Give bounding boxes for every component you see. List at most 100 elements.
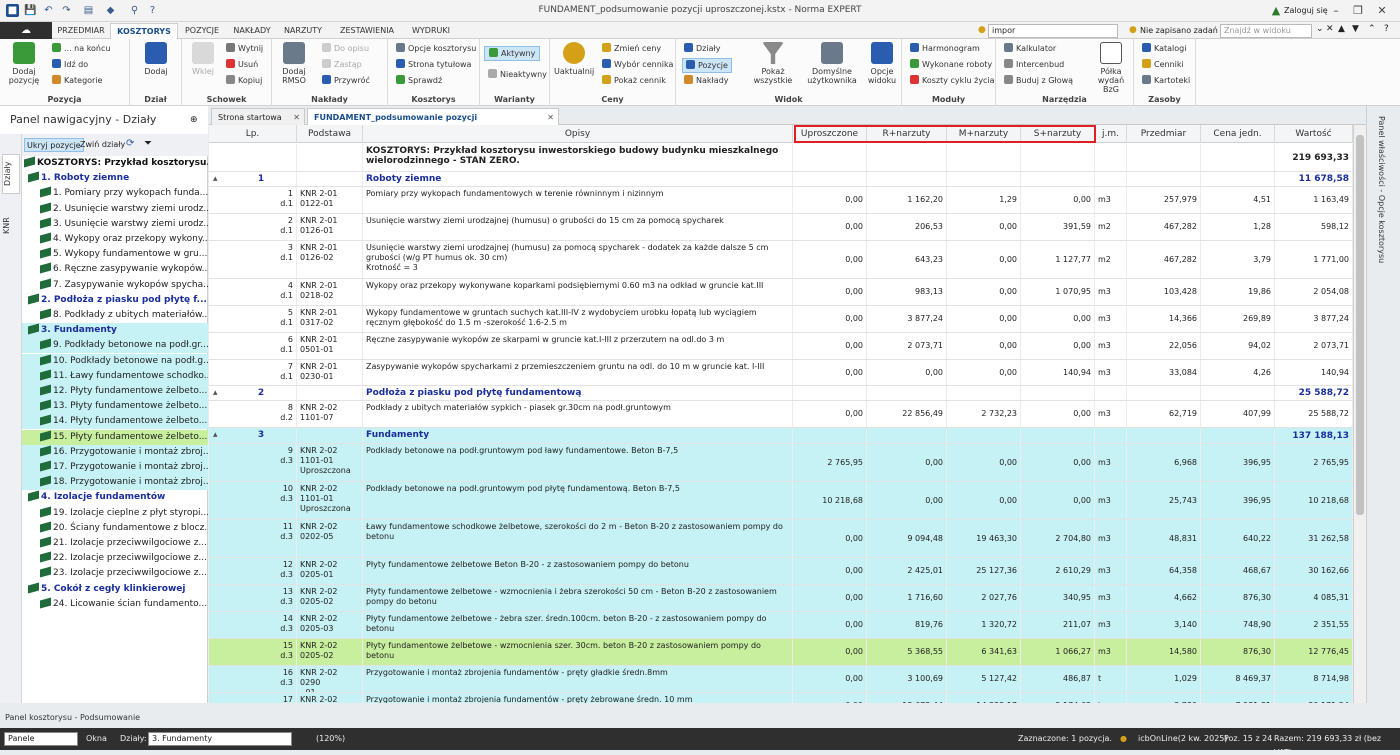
section-row[interactable]: 1 Roboty ziemne 11 678,58 ▴	[209, 172, 1353, 187]
tree-item[interactable]: 11. Ławy fundamentowe schodko...	[22, 368, 208, 384]
copy-button[interactable]: Kopiuj	[226, 74, 262, 88]
cell-jm[interactable]: m3	[1095, 333, 1127, 359]
cell-m[interactable]: 2 732,23	[947, 401, 1021, 427]
view-positions-button[interactable]: Pozycje	[682, 58, 732, 73]
cell-jm[interactable]: m3	[1095, 401, 1127, 427]
catalogs-button[interactable]: Katalogi	[1142, 42, 1186, 56]
cell-opis[interactable]: Podkłady betonowe na podł.gruntowym pod …	[363, 482, 793, 519]
cell-m[interactable]	[947, 144, 1021, 171]
view-sections-button[interactable]: Działy	[684, 42, 721, 56]
cell-prz[interactable]	[1127, 144, 1201, 171]
cut-button[interactable]: Wytnij	[226, 42, 263, 56]
cell-m[interactable]: 2 027,76	[947, 585, 1021, 611]
tab-knr[interactable]: KNR	[2, 214, 20, 238]
cell-opis[interactable]: Płyty fundamentowe żelbetowe - wzmocnien…	[363, 639, 793, 665]
cell-m[interactable]: 0,00	[947, 306, 1021, 332]
minimize-button[interactable]: –	[1328, 3, 1344, 19]
cell-pod[interactable]	[297, 144, 363, 171]
cell-m[interactable]	[947, 428, 1021, 443]
cell-wart[interactable]: 25 588,72	[1275, 386, 1353, 400]
add-position-button[interactable]: Dodaj pozycję	[4, 42, 44, 85]
cell-prz[interactable]: 64,358	[1127, 558, 1201, 584]
cell-u[interactable]: 0,00	[793, 241, 867, 278]
shelf-button[interactable]: Półka wydań BzG	[1092, 42, 1130, 94]
cell-u[interactable]	[793, 172, 867, 186]
cell-lp[interactable]: 16 d.3	[209, 666, 297, 692]
cell-s[interactable]: 2 174,63	[1021, 693, 1095, 703]
table-row[interactable]: 17 d.3 KNR 2-02 0290 - 02 Przygotowanie i …	[209, 693, 1353, 703]
cell-pod[interactable]	[297, 428, 363, 443]
table-row[interactable]: 4 d.1 KNR 2-01 0218-02 Wykopy oraz przekop…	[209, 279, 1353, 306]
cell-prz[interactable]: 1,029	[1127, 666, 1201, 692]
records-button[interactable]: Kartoteki	[1142, 74, 1190, 88]
cell-opis[interactable]: Wykopy fundamentowe w gruntach suchych k…	[363, 306, 793, 332]
tree-item[interactable]: KOSZTORYS: Przykład kosztorysu...	[22, 156, 208, 171]
tree-item[interactable]: 2. Usunięcie warstwy ziemi urodz...	[22, 202, 208, 217]
cell-r[interactable]	[867, 144, 947, 171]
cell-r[interactable]	[867, 172, 947, 186]
cell-r[interactable]	[867, 428, 947, 443]
cell-lp[interactable]: 17 d.3	[209, 693, 297, 703]
tree-item[interactable]: 5. Cokół z cegły klinkierowej	[22, 582, 208, 597]
update-prices-button[interactable]: Uaktualnij	[554, 42, 594, 76]
help-ribbon-icon[interactable]: ?	[1384, 24, 1389, 34]
cell-opis[interactable]: Płyty fundamentowe żelbetowe - wzmocnien…	[363, 585, 793, 611]
table-row[interactable]: 15 d.3 KNR 2-02 0205-02 Płyty fundamentowe…	[209, 639, 1353, 666]
col-wartosc[interactable]: Wartość	[1275, 125, 1353, 143]
cell-cena[interactable]: 748,90	[1201, 612, 1275, 638]
tree-item[interactable]: 18. Przygotowanie i montaż zbroj...	[22, 475, 208, 491]
price-list-select-button[interactable]: Wybór cennika	[602, 58, 673, 72]
cell-m[interactable]	[947, 172, 1021, 186]
tree-item[interactable]: 7. Zasypywanie wykopów spycha...	[22, 278, 208, 293]
table-row[interactable]: 5 d.1 KNR 2-01 0317-02 Wykopy fundamentowe…	[209, 306, 1353, 333]
table-row[interactable]: 2 d.1 KNR 2-01 0126-01 Usunięcie warstwy z…	[209, 214, 1353, 241]
cell-r[interactable]: 1 162,20	[867, 187, 947, 213]
tree-item[interactable]: 3. Fundamenty	[22, 323, 208, 339]
cell-m[interactable]: 0,00	[947, 360, 1021, 385]
cell-opis[interactable]: Ławy fundamentowe schodkowe żelbetowe, s…	[363, 520, 793, 557]
cell-lp[interactable]: 12 d.3	[209, 558, 297, 584]
intercenbud-button[interactable]: Intercenbud	[1004, 58, 1064, 72]
cell-s[interactable]: 211,07	[1021, 612, 1095, 638]
cell-r[interactable]: 1 716,60	[867, 585, 947, 611]
cell-cena[interactable]	[1201, 386, 1275, 400]
cell-s[interactable]: 340,95	[1021, 585, 1095, 611]
cell-wart[interactable]: 8 714,98	[1275, 666, 1353, 692]
cell-s[interactable]: 2 704,80	[1021, 520, 1095, 557]
cell-m[interactable]: 0,00	[947, 279, 1021, 305]
cell-m[interactable]: 25 127,36	[947, 558, 1021, 584]
cell-opis[interactable]: KOSZTORYS: Przykład kosztorysu inwestors…	[363, 144, 793, 171]
cell-s[interactable]: 140,94	[1021, 360, 1095, 385]
tree-item[interactable]: 1. Pomiary przy wykopach funda...	[22, 186, 208, 201]
cell-r[interactable]: 0,00	[867, 444, 947, 481]
cell-opis[interactable]: Wykopy oraz przekopy wykonywane koparkam…	[363, 279, 793, 305]
cell-wart[interactable]: 2 054,08	[1275, 279, 1353, 305]
table-row[interactable]: 9 d.3 KNR 2-02 1101-01 Uproszczona Podkład…	[209, 444, 1353, 482]
cell-cena[interactable]: 94,02	[1201, 333, 1275, 359]
cell-cena[interactable]: 876,30	[1201, 639, 1275, 665]
cell-prz[interactable]: 103,428	[1127, 279, 1201, 305]
cell-opis[interactable]: Podłoża z piasku pod płytę fundamentową	[363, 386, 793, 400]
cell-pod[interactable]: KNR 2-02 0205-01	[297, 558, 363, 584]
collapse-sections-button[interactable]: Zwiń działy	[78, 138, 127, 152]
cell-pod[interactable]: KNR 2-01 0230-01	[297, 360, 363, 385]
tab-przedmiar[interactable]: PRZEDMIAR	[52, 23, 110, 39]
cell-opis[interactable]: Roboty ziemne	[363, 172, 793, 186]
cell-cena[interactable]: 396,95	[1201, 482, 1275, 519]
delete-button[interactable]: Usuń	[226, 58, 258, 72]
cell-s[interactable]: 1 070,95	[1021, 279, 1095, 305]
cell-lp[interactable]: 3 d.1	[209, 241, 297, 278]
add-rmso-button[interactable]: Dodaj RMSO	[276, 42, 312, 85]
cell-lp[interactable]: 1 d.1	[209, 187, 297, 213]
cell-wart[interactable]: 12 776,45	[1275, 639, 1353, 665]
table-row[interactable]: 14 d.3 KNR 2-02 0205-03 Płyty fundamentowe…	[209, 612, 1353, 639]
tree-item[interactable]: 10. Podkłady betonowe na podł.g...	[22, 353, 208, 369]
cell-cena[interactable]	[1201, 144, 1275, 171]
cell-lp[interactable]: 15 d.3	[209, 639, 297, 665]
cell-opis[interactable]: Ręczne zasypywanie wykopów ze skarpami w…	[363, 333, 793, 359]
cell-s[interactable]: 0,00	[1021, 401, 1095, 427]
cell-prz[interactable]: 3,780	[1127, 693, 1201, 703]
cell-jm[interactable]: m3	[1095, 360, 1127, 385]
calculator-button[interactable]: Kalkulator	[1004, 42, 1056, 56]
cell-m[interactable]: 6 341,63	[947, 639, 1021, 665]
